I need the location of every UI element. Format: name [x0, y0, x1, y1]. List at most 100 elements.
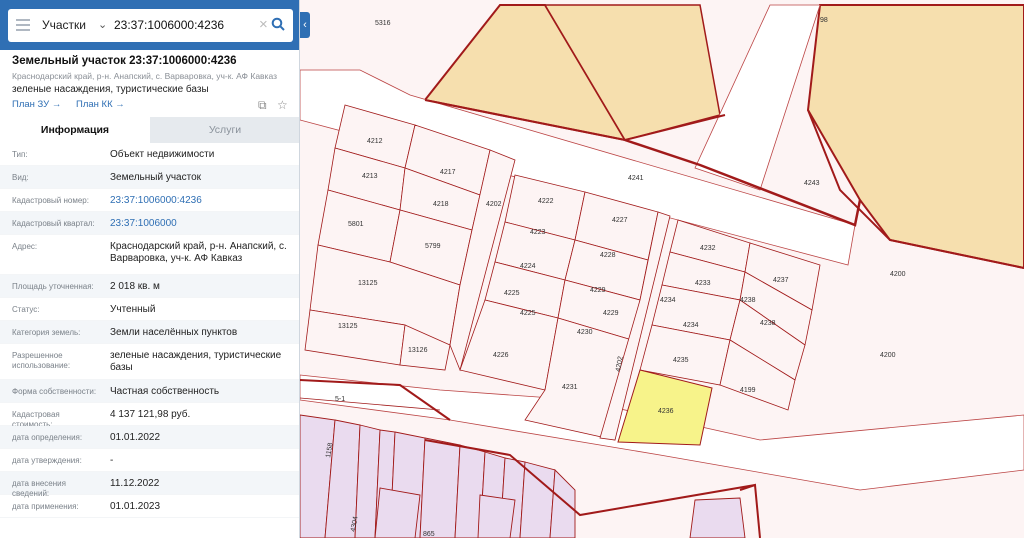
cadastral-number-link[interactable]: 23:37:1006000:4236 [110, 195, 290, 207]
plan-kk-link[interactable]: План КК → [76, 99, 125, 110]
svg-text:4229: 4229 [603, 310, 619, 317]
search-box[interactable]: Участки ⌄ 23:37:1006000:4236 × [8, 9, 293, 42]
info-row: Площадь уточненная: 2 018 кв. м [0, 275, 299, 298]
info-panel: Участки ⌄ 23:37:1006000:4236 × Земельный… [0, 0, 300, 538]
info-row: дата применения: 01.01.2023 [0, 495, 299, 518]
row-label: Разрешенное использование: [12, 351, 71, 370]
svg-text:4227: 4227 [612, 217, 628, 224]
row-value: Частная собственность [110, 386, 220, 397]
row-label: Площадь уточненная: [12, 282, 94, 291]
search-bar: Участки ⌄ 23:37:1006000:4236 × [0, 0, 299, 50]
star-icon[interactable]: ☆ [277, 98, 288, 112]
svg-text:4223: 4223 [530, 229, 546, 236]
row-value: зеленые насаждения, туристические базы [110, 350, 282, 373]
svg-text:4200: 4200 [890, 271, 906, 278]
svg-text:4199: 4199 [740, 387, 756, 394]
tab-bar: Информация Услуги [0, 117, 299, 143]
cadastral-map[interactable]: 5316 98 4212 4217 4213 4218 5801 5799 42… [300, 0, 1024, 538]
row-label: Статус: [12, 305, 40, 314]
svg-text:4225: 4225 [520, 310, 536, 317]
row-label: дата применения: [12, 502, 79, 511]
row-label: Категория земель: [12, 328, 81, 337]
info-row: дата внесения сведений: 11.12.2022 [0, 472, 299, 498]
svg-text:4238: 4238 [760, 320, 776, 327]
row-value: Земли населённых пунктов [110, 327, 238, 338]
info-row: Разрешенное использование: зеленые насаж… [0, 344, 299, 380]
info-row: Кадастровый квартал: 23:37:1006000 [0, 212, 299, 235]
info-row: дата утверждения: - [0, 449, 299, 472]
svg-text:5801: 5801 [348, 221, 364, 228]
row-value: Краснодарский край, р-н. Анапский, с. Ва… [110, 241, 287, 264]
cadastral-quarter-link[interactable]: 23:37:1006000 [110, 218, 290, 230]
row-label: Кадастровый номер: [12, 196, 89, 205]
info-row: Форма собственности: Частная собственнос… [0, 380, 299, 403]
svg-text:4224: 4224 [520, 263, 536, 270]
svg-text:4212: 4212 [367, 138, 383, 145]
clear-icon[interactable]: × [259, 16, 268, 33]
svg-text:4234: 4234 [683, 322, 699, 329]
svg-text:4243: 4243 [804, 180, 820, 187]
parcel-use: зеленые насаждения, туристические базы [12, 84, 209, 95]
svg-text:4228: 4228 [600, 252, 616, 259]
row-label: Адрес: [12, 242, 38, 251]
svg-text:4217: 4217 [440, 169, 456, 176]
svg-text:4222: 4222 [538, 198, 554, 205]
svg-text:4230: 4230 [577, 329, 593, 336]
svg-text:4202: 4202 [486, 201, 502, 208]
svg-text:4235: 4235 [673, 357, 689, 364]
svg-text:13126: 13126 [408, 347, 428, 354]
svg-text:4229: 4229 [590, 287, 606, 294]
svg-text:4233: 4233 [695, 280, 711, 287]
svg-text:4241: 4241 [628, 175, 644, 182]
svg-text:4236: 4236 [658, 408, 674, 415]
svg-text:5316: 5316 [375, 20, 391, 27]
info-row: Статус: Учтенный [0, 298, 299, 321]
svg-text:5-1: 5-1 [335, 396, 345, 403]
svg-text:4237: 4237 [773, 277, 789, 284]
info-row: Тип: Объект недвижимости [0, 143, 299, 166]
svg-text:4232: 4232 [700, 245, 716, 252]
row-label: Вид: [12, 173, 29, 182]
info-row: Вид: Земельный участок [0, 166, 299, 189]
row-value: Земельный участок [110, 172, 202, 183]
svg-text:4238: 4238 [740, 297, 756, 304]
copy-icon[interactable]: ⧉ [258, 98, 267, 113]
search-icon[interactable] [271, 17, 285, 36]
parcel-title: Земельный участок 23:37:1006000:4236 [12, 55, 237, 67]
search-input[interactable]: 23:37:1006000:4236 [114, 18, 224, 32]
svg-text:4226: 4226 [493, 352, 509, 359]
svg-text:4213: 4213 [362, 173, 378, 180]
plan-links: План ЗУ → План КК → [12, 99, 137, 110]
row-value: 01.01.2023 [110, 501, 161, 512]
collapse-panel-button[interactable]: ‹ [300, 12, 310, 38]
row-label: Тип: [12, 150, 28, 159]
svg-text:5799: 5799 [425, 243, 441, 250]
row-value: 2 018 кв. м [110, 281, 160, 292]
row-value: 4 137 121,98 руб. [110, 409, 191, 420]
info-row: Кадастровая стоимость: 4 137 121,98 руб. [0, 403, 299, 429]
svg-text:13125: 13125 [358, 280, 378, 287]
svg-text:4200: 4200 [880, 352, 896, 359]
svg-text:4218: 4218 [433, 201, 449, 208]
svg-text:865: 865 [423, 531, 435, 538]
row-value: 01.01.2022 [110, 432, 161, 443]
plan-zu-link[interactable]: План ЗУ → [12, 99, 61, 110]
row-value: Учтенный [110, 304, 156, 315]
svg-text:98: 98 [820, 17, 828, 24]
row-label: дата определения: [12, 433, 83, 442]
row-label: Кадастровый квартал: [12, 219, 95, 228]
svg-text:4225: 4225 [504, 290, 520, 297]
info-row: дата определения: 01.01.2022 [0, 426, 299, 449]
row-label: дата утверждения: [12, 456, 82, 465]
tab-services[interactable]: Услуги [150, 117, 299, 143]
tab-info[interactable]: Информация [0, 117, 150, 143]
category-select[interactable]: Участки [42, 18, 86, 32]
menu-icon[interactable] [16, 19, 30, 31]
chevron-down-icon[interactable]: ⌄ [98, 18, 107, 31]
row-value: 11.12.2022 [110, 478, 160, 489]
row-value: Объект недвижимости [110, 149, 215, 160]
parcel-address: Краснодарский край, р-н. Анапский, с. Ва… [12, 71, 277, 81]
svg-text:4234: 4234 [660, 297, 676, 304]
info-row: Адрес: Краснодарский край, р-н. Анапский… [0, 235, 299, 275]
row-label: Форма собственности: [12, 387, 97, 396]
